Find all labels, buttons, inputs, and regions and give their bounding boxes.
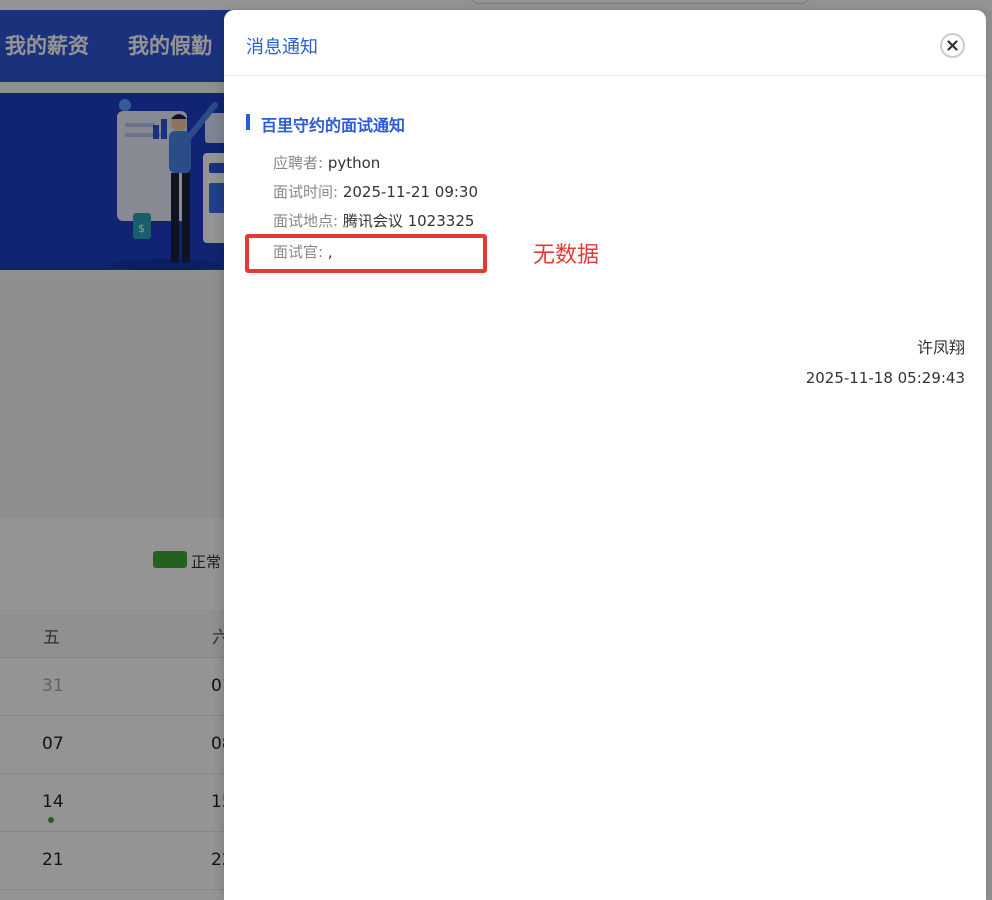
drawer-title: 消息通知 bbox=[246, 37, 318, 58]
notification-drawer: 消息通知 百里守约的面试通知 应聘者: python 面试时间: 2025-11… bbox=[224, 10, 986, 900]
field-label: 面试地点: bbox=[273, 212, 339, 230]
notice-timestamp: 2025-11-18 05:29:43 bbox=[805, 369, 965, 387]
annotation-text: 无数据 bbox=[533, 243, 600, 268]
drawer-header: 消息通知 bbox=[224, 10, 986, 76]
field-interview-time: 面试时间: 2025-11-21 09:30 bbox=[273, 181, 478, 202]
field-applicant: 应聘者: python bbox=[273, 152, 380, 173]
notice-title: 百里守约的面试通知 bbox=[261, 116, 406, 135]
close-icon bbox=[947, 40, 958, 51]
field-value: 腾讯会议 1023325 bbox=[338, 212, 475, 230]
field-value: 2025-11-21 09:30 bbox=[338, 183, 478, 201]
notice-sender: 许凤翔 bbox=[916, 338, 965, 357]
notice-title-marker bbox=[246, 114, 250, 130]
annotation-highlight-box bbox=[245, 234, 487, 273]
field-interview-location: 面试地点: 腾讯会议 1023325 bbox=[273, 210, 474, 231]
field-value: python bbox=[323, 154, 381, 172]
field-label: 应聘者: bbox=[273, 154, 324, 172]
field-label: 面试时间: bbox=[273, 183, 339, 201]
close-button[interactable] bbox=[940, 33, 965, 58]
